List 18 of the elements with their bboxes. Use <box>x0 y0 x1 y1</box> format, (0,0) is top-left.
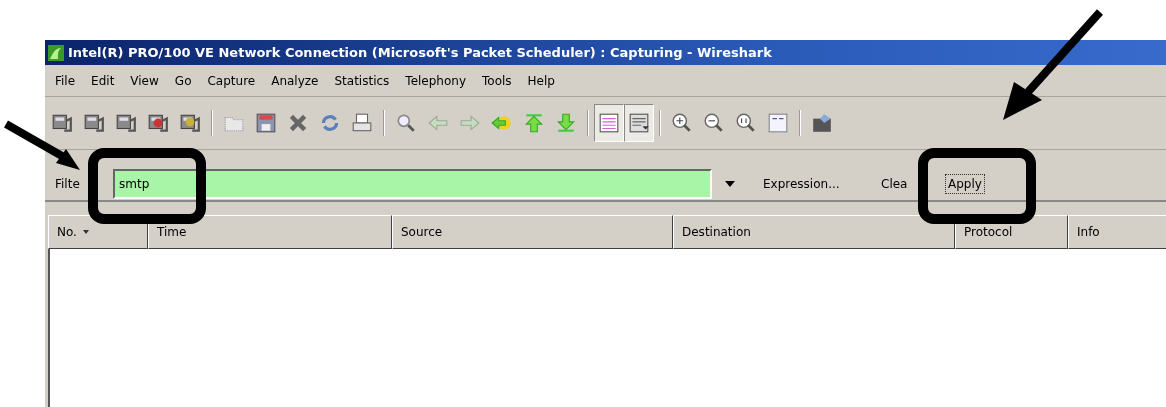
menu-item[interactable]: Statistics <box>326 73 398 88</box>
menu-item[interactable]: Telephony <box>397 73 474 88</box>
menu-item[interactable]: Help <box>519 73 563 88</box>
menu-item[interactable]: File <box>47 73 84 88</box>
expression-button[interactable]: Expression... <box>760 174 878 194</box>
column-header[interactable]: Source <box>392 215 673 249</box>
filter-label: Filte <box>55 177 81 191</box>
column-header[interactable]: Destination <box>673 215 955 249</box>
apply-button[interactable]: Apply <box>945 174 985 194</box>
menu-item[interactable]: Tools <box>474 73 520 88</box>
menu-item[interactable]: Edit <box>83 73 123 88</box>
menu-item[interactable]: Capture <box>199 73 264 88</box>
window-title: Intel(R) PRO/100 VE Network Connection (Microsoft's Packet Scheduler) : Capturing - Wireshark <box>68 45 772 60</box>
filter-input[interactable]: smtp <box>113 169 712 199</box>
clear-button[interactable]: Clea <box>878 174 918 194</box>
menu-item[interactable]: View <box>122 73 167 88</box>
menu-item[interactable]: Go <box>166 73 200 88</box>
menu-item[interactable]: Analyze <box>263 73 327 88</box>
